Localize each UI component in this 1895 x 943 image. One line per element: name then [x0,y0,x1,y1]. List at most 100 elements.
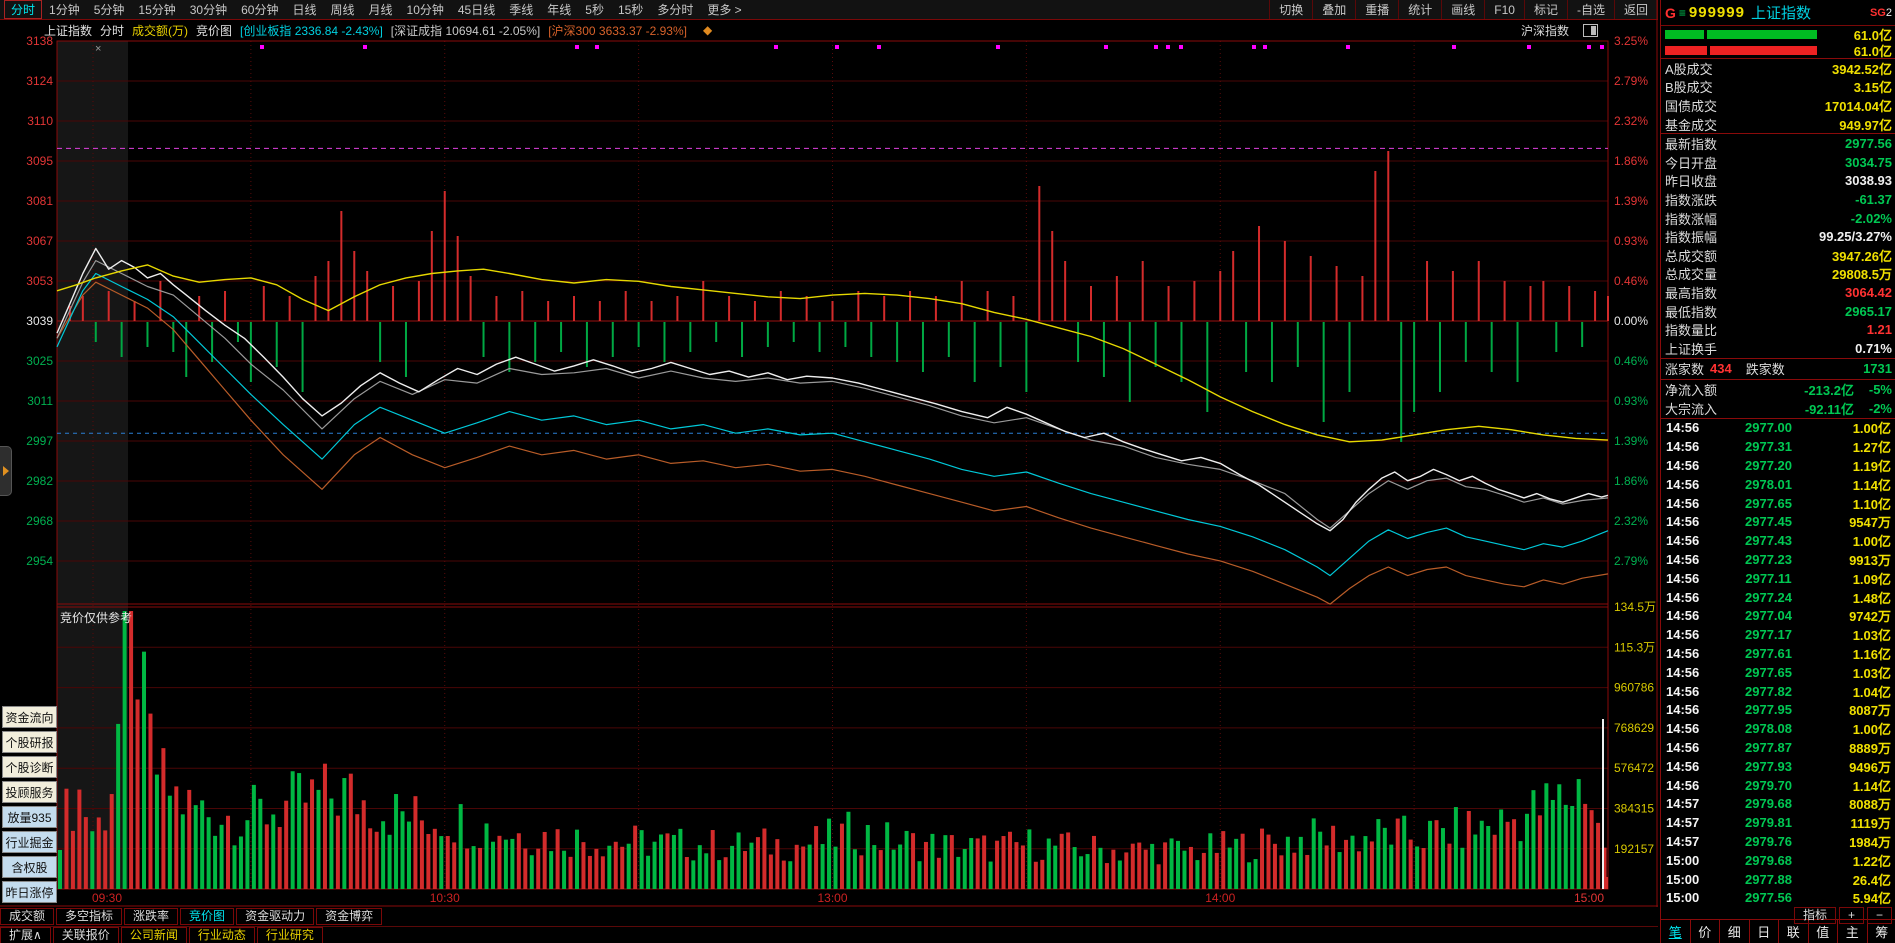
quick-button-6[interactable]: 行业掘金 [2,831,57,853]
tick-row-2: 14:56 2977.31 1.27亿 [1666,439,1891,456]
panel-tab-价[interactable]: 价 [1691,920,1720,943]
index-stats: 最新指数 2977.56 今日开盘 3034.75 昨日收盘 3038.93 指数涨跌 -61… [1661,134,1895,357]
bottom-tab-2[interactable]: 多空指标 [56,907,123,925]
quick-button-7[interactable]: 含权股 [2,856,57,878]
tick-row-22: 14:57 2979.81 1119万 [1666,815,1891,832]
panel-tab-细[interactable]: 细 [1720,920,1750,943]
overlay-close-icon[interactable]: × [95,43,101,55]
quick-button-2[interactable]: 个股研报 [2,731,57,753]
fund-flow-rows: 净流入额 -213.2亿 -5% 大宗流入 -92.11亿 -2% [1661,380,1895,418]
quick-button-1[interactable]: 资金流向 [2,706,57,728]
svg-text:2997: 2997 [26,434,53,448]
index-stat-row-1: 最新指数 2977.56 [1665,136,1892,153]
tick-row-23: 14:57 2979.76 1984万 [1666,833,1891,850]
quick-button-4[interactable]: 投顾服务 [2,781,57,803]
bottom-tab-3[interactable]: 涨跌率 [124,907,179,925]
svg-text:115.3万: 115.3万 [1614,640,1655,654]
tick-row-19: 14:56 2977.93 9496万 [1666,758,1891,775]
svg-text:3.25%: 3.25% [1614,34,1648,48]
bottom-tab-1[interactable]: 成交额 [0,907,55,925]
svg-text:2968: 2968 [26,514,53,528]
decliners-count: 1731 [1863,361,1892,376]
sg-tag-num: 2 [1885,6,1892,19]
quote-panel: G ≡ 999999 上证指数 SG 2 61.0亿 61.0亿 A股成交 3942… [1660,0,1895,943]
svg-text:1.86%: 1.86% [1614,474,1648,488]
svg-text:3095: 3095 [26,154,53,168]
turnover-row-3: 国债成交 17014.04亿 [1665,98,1892,114]
svg-text:960786: 960786 [1614,681,1654,695]
tick-list[interactable]: 14:56 2977.00 1.00亿 14:56 2977.31 1.27亿 14:56 2… [1661,419,1895,909]
advancers-count: 434 [1710,361,1732,376]
bottom-tab-4[interactable]: 竞价图 [180,907,235,925]
market-turnover-stats: A股成交 3942.52亿 B股成交 3.15亿 国债成交 17014.04亿 基金成交 94… [1661,59,1895,133]
svg-text:3067: 3067 [26,234,53,248]
indicator-tabs-row2: 扩展∧ 关联报价 公司新闻 行业动态 行业研究 [0,926,1658,943]
svg-text:0.46%: 0.46% [1614,354,1648,368]
svg-text:13:00: 13:00 [817,891,847,905]
index-stat-row-5: 指数涨幅 -2.02% [1665,210,1892,227]
svg-text:2.32%: 2.32% [1614,514,1648,528]
tick-row-11: 14:56 2977.04 9742万 [1666,608,1891,625]
tick-row-7: 14:56 2977.43 1.00亿 [1666,533,1891,550]
arrow-right-icon [2,466,9,476]
tick-row-1: 14:56 2977.00 1.00亿 [1666,420,1891,437]
tick-row-25: 15:00 2977.88 26.4亿 [1666,871,1891,888]
tick-row-13: 14:56 2977.61 1.16亿 [1666,645,1891,662]
svg-text:0.46%: 0.46% [1614,274,1648,288]
svg-text:3039: 3039 [26,314,53,328]
index-stat-row-8: 总成交量 29808.5万 [1665,267,1892,283]
tick-row-24: 15:00 2979.68 1.22亿 [1666,852,1891,869]
svg-text:134.5万: 134.5万 [1614,600,1656,614]
left-quick-buttons: 资金流向个股研报个股诊断投顾服务放量935 行业掘金含权股昨日涨停 [2,706,57,906]
trading-app: 分时 1分钟 5分钟 15分钟 30分钟 60分钟 日线 周线 月线 10分钟 45日线 季线 年线 5秒… [0,0,1895,943]
quick-button-3[interactable]: 个股诊断 [2,756,57,778]
svg-text:3053: 3053 [26,274,53,288]
flow-row-1: 净流入额 -213.2亿 -5% [1665,381,1892,398]
hamburger-icon[interactable]: ≡ [1679,6,1686,20]
sidebar-expand-handle[interactable] [0,446,12,496]
svg-text:2.79%: 2.79% [1614,554,1648,568]
zoom-out-button[interactable]: − [1866,907,1892,924]
svg-text:768629: 768629 [1614,721,1654,735]
svg-text:2.32%: 2.32% [1614,114,1648,128]
index-stat-row-6: 指数振幅 99.25/3.27% [1665,229,1892,246]
bottom-tab-5[interactable]: 资金驱动力 [236,907,315,925]
index-stat-row-7: 总成交额 3947.26亿 [1665,248,1892,264]
decliners-label: 跌家数 [1745,362,1785,377]
svg-text:3110: 3110 [27,114,53,128]
tick-row-15: 14:56 2977.82 1.04亿 [1666,683,1891,700]
svg-text:0.93%: 0.93% [1614,234,1648,248]
index-stat-row-3: 昨日收盘 3038.93 [1665,173,1892,190]
tick-row-17: 14:56 2978.08 1.00亿 [1666,721,1891,738]
advancers-label: 涨家数 [1665,362,1705,377]
advancers-decliners: 涨家数 434 跌家数 1731 [1661,359,1895,379]
svg-text:3138: 3138 [26,34,53,48]
svg-text:576472: 576472 [1614,761,1654,775]
bottom-tab2-2[interactable]: 关联报价 [52,927,119,943]
bottom-tab2-3[interactable]: 公司新闻 [120,927,187,943]
auction-note: 竞价仅供参考 [60,611,133,625]
panel-tab-日[interactable]: 日 [1750,920,1779,943]
indicator-tabs-row1: 成交额 多空指标 涨跌率 竞价图 资金驱动力 资金博弈 [0,907,1658,925]
svg-text:2954: 2954 [26,554,53,568]
svg-text:1.86%: 1.86% [1614,154,1648,168]
bottom-tab2-5[interactable]: 行业研究 [256,927,323,943]
bottom-tab2-4[interactable]: 行业动态 [188,927,255,943]
tick-row-8: 14:56 2977.23 9913万 [1666,551,1891,568]
tick-row-3: 14:56 2977.20 1.19亿 [1666,457,1891,474]
quick-button-8[interactable]: 昨日涨停 [2,881,57,903]
indicator-button[interactable]: 指标 [1793,907,1836,924]
panel-tab-笔[interactable]: 笔 [1661,920,1691,943]
svg-text:1.39%: 1.39% [1614,194,1648,208]
svg-text:09:30: 09:30 [92,891,122,905]
svg-text:15:00: 15:00 [1574,891,1604,905]
tick-row-10: 14:56 2977.24 1.48亿 [1666,589,1891,606]
tick-row-14: 14:56 2977.65 1.03亿 [1666,664,1891,681]
quick-button-5[interactable]: 放量935 [2,806,57,828]
zoom-in-button[interactable]: + [1838,907,1864,924]
bottom-tab2-1[interactable]: 扩展∧ [0,927,51,943]
index-stat-row-2: 今日开盘 3034.75 [1665,154,1892,171]
bottom-tab-6[interactable]: 资金博弈 [316,907,383,925]
tick-row-4: 14:56 2978.01 1.14亿 [1666,476,1891,493]
tick-row-21: 14:57 2979.68 8088万 [1666,796,1891,813]
